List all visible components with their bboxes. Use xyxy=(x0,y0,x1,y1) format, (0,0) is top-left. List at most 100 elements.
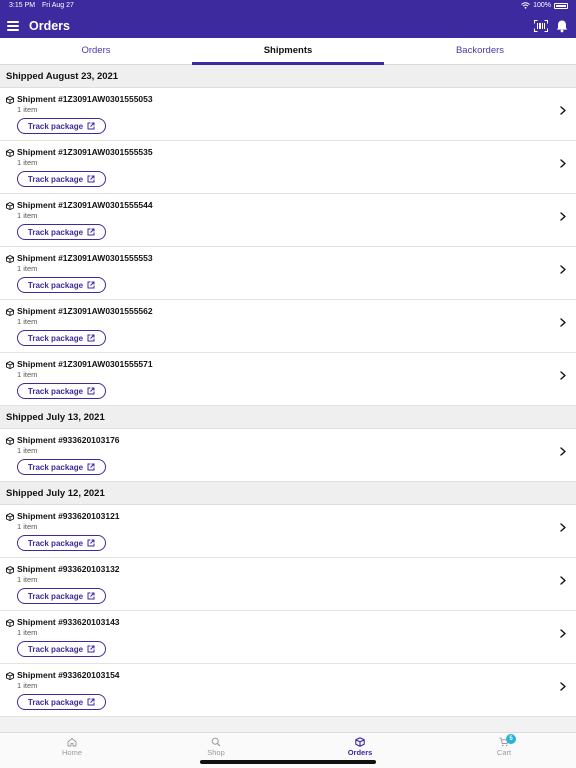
shipment-row[interactable]: Shipment #1Z3091AW0301555053 1 item Track … xyxy=(0,88,576,141)
status-date: Fri Aug 27 xyxy=(42,2,74,9)
track-package-label: Track package xyxy=(27,538,84,548)
battery-icon xyxy=(554,2,568,9)
shipment-number: Shipment #933620103121 xyxy=(17,511,120,521)
external-link-icon xyxy=(87,387,95,395)
package-icon xyxy=(6,255,14,263)
nav-home[interactable]: Home xyxy=(0,733,144,763)
package-icon xyxy=(6,202,14,210)
item-count: 1 item xyxy=(17,264,38,273)
item-count: 1 item xyxy=(17,522,38,531)
shipment-row[interactable]: Shipment #933620103132 1 item Track packag… xyxy=(0,558,576,611)
nav-label: Cart xyxy=(496,748,512,757)
external-link-icon xyxy=(87,281,95,289)
package-icon xyxy=(355,737,365,747)
barcode-scan-icon[interactable] xyxy=(534,20,548,32)
external-link-icon xyxy=(87,539,95,547)
chevron-right-icon xyxy=(560,318,566,327)
chevron-right-icon xyxy=(560,106,566,115)
package-icon xyxy=(6,619,14,627)
track-package-button[interactable]: Track package xyxy=(17,641,106,657)
chevron-right-icon xyxy=(560,523,566,532)
page-title: Orders xyxy=(29,19,70,33)
external-link-icon xyxy=(87,592,95,600)
group-header: Shipped July 12, 2021 xyxy=(0,482,576,505)
package-icon xyxy=(6,513,14,521)
track-package-button[interactable]: Track package xyxy=(17,118,106,134)
tab-backorders[interactable]: Backorders xyxy=(384,38,576,65)
shipment-row[interactable]: Shipment #1Z3091AW0301555553 1 item Track … xyxy=(0,247,576,300)
chevron-right-icon xyxy=(560,576,566,585)
chevron-right-icon xyxy=(560,212,566,221)
home-icon xyxy=(67,738,77,747)
track-package-button[interactable]: Track package xyxy=(17,277,106,293)
shipment-row[interactable]: Shipment #933620103154 1 item Track packag… xyxy=(0,664,576,717)
track-package-label: Track package xyxy=(27,386,84,396)
shipment-row[interactable]: Shipment #933620103121 1 item Track packag… xyxy=(0,505,576,558)
track-package-label: Track package xyxy=(27,174,84,184)
shipment-number: Shipment #933620103154 xyxy=(17,670,120,680)
package-icon xyxy=(6,149,14,157)
tab-shipments[interactable]: Shipments xyxy=(192,38,384,65)
chevron-right-icon xyxy=(560,371,566,380)
tab-bar: Orders Shipments Backorders xyxy=(0,38,576,65)
track-package-button[interactable]: Track package xyxy=(17,330,106,346)
external-link-icon xyxy=(87,463,95,471)
item-count: 1 item xyxy=(17,105,38,114)
shipment-row[interactable]: Shipment #1Z3091AW0301555562 1 item Track … xyxy=(0,300,576,353)
package-icon xyxy=(6,437,14,445)
track-package-label: Track package xyxy=(27,591,84,601)
package-icon xyxy=(6,672,14,680)
track-package-button[interactable]: Track package xyxy=(17,171,106,187)
shipment-number: Shipment #1Z3091AW0301555571 xyxy=(17,359,153,369)
shipment-number: Shipment #1Z3091AW0301555544 xyxy=(17,200,153,210)
track-package-button[interactable]: Track package xyxy=(17,459,106,475)
item-count: 1 item xyxy=(17,211,38,220)
status-bar: 3:15 PM Fri Aug 27 100% xyxy=(0,0,576,14)
track-package-button[interactable]: Track package xyxy=(17,535,106,551)
track-package-label: Track package xyxy=(27,333,84,343)
nav-label: Orders xyxy=(347,748,373,757)
shipments-list: Shipped August 23, 2021 Shipment #1Z3091A… xyxy=(0,65,576,732)
menu-icon[interactable] xyxy=(7,20,19,32)
track-package-button[interactable]: Track package xyxy=(17,588,106,604)
shipment-number: Shipment #1Z3091AW0301555562 xyxy=(17,306,153,316)
track-package-label: Track package xyxy=(27,227,84,237)
shipment-number: Shipment #933620103132 xyxy=(17,564,120,574)
external-link-icon xyxy=(87,122,95,130)
external-link-icon xyxy=(87,228,95,236)
nav-cart[interactable]: Cart xyxy=(432,733,576,763)
shipment-row[interactable]: Shipment #933620103176 1 item Track packag… xyxy=(0,429,576,482)
bell-icon[interactable] xyxy=(555,19,569,33)
shipment-number: Shipment #933620103143 xyxy=(17,617,120,627)
nav-label: Home xyxy=(61,748,82,757)
chevron-right-icon xyxy=(560,629,566,638)
external-link-icon xyxy=(87,698,95,706)
item-count: 1 item xyxy=(17,158,38,167)
shipment-row[interactable]: Shipment #933620103143 1 item Track packag… xyxy=(0,611,576,664)
item-count: 1 item xyxy=(17,446,38,455)
track-package-button[interactable]: Track package xyxy=(17,383,106,399)
track-package-label: Track package xyxy=(27,644,84,654)
home-indicator xyxy=(200,760,376,764)
cart-badge: 5 xyxy=(506,734,516,744)
package-icon xyxy=(6,96,14,104)
package-icon xyxy=(6,361,14,369)
tab-orders[interactable]: Orders xyxy=(0,38,192,65)
item-count: 1 item xyxy=(17,317,38,326)
track-package-button[interactable]: Track package xyxy=(17,694,106,710)
item-count: 1 item xyxy=(17,575,38,584)
nav-shop[interactable]: Shop xyxy=(144,733,288,763)
chevron-right-icon xyxy=(560,447,566,456)
track-package-label: Track package xyxy=(27,121,84,131)
nav-label: Shop xyxy=(207,748,225,757)
shipment-row[interactable]: Shipment #1Z3091AW0301555571 1 item Track … xyxy=(0,353,576,406)
nav-orders[interactable]: Orders xyxy=(288,733,432,763)
battery-percent: 100% xyxy=(533,2,551,9)
track-package-label: Track package xyxy=(27,697,84,707)
shipment-row[interactable]: Shipment #1Z3091AW0301555544 1 item Track … xyxy=(0,194,576,247)
track-package-button[interactable]: Track package xyxy=(17,224,106,240)
app-bar: Orders xyxy=(0,14,576,38)
shipment-row[interactable]: Shipment #1Z3091AW0301555535 1 item Track … xyxy=(0,141,576,194)
track-package-label: Track package xyxy=(27,280,84,290)
external-link-icon xyxy=(87,175,95,183)
